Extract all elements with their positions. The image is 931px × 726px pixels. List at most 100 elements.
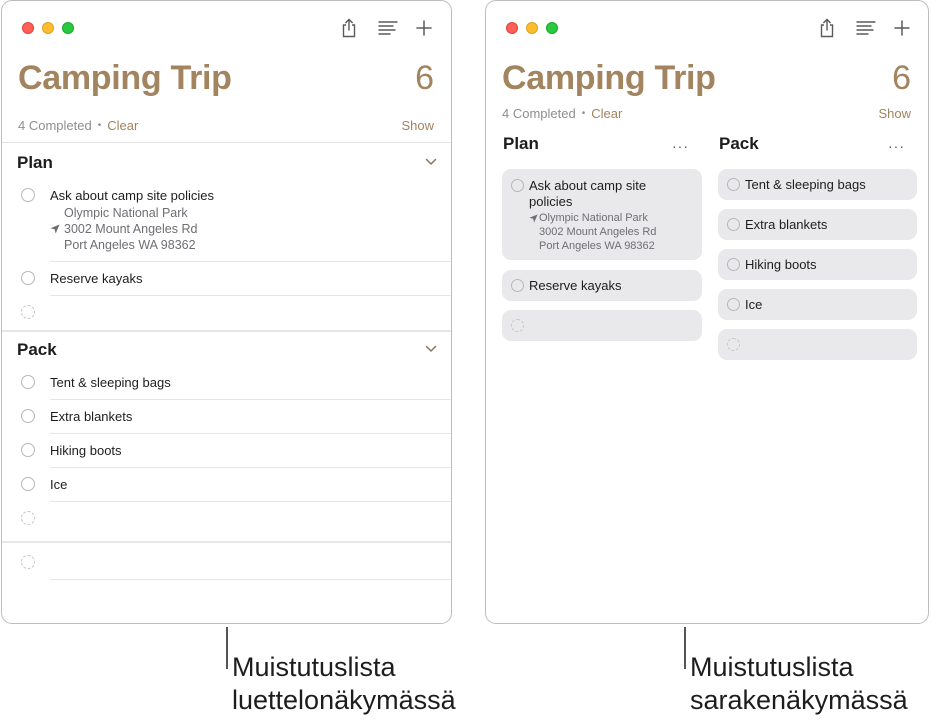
window-controls — [506, 22, 558, 34]
reminder-count: 6 — [415, 59, 434, 97]
caption-list-view: Muistutuslista luettelonäkymässä — [232, 651, 456, 717]
minimize-button[interactable] — [526, 22, 538, 34]
list-title: Camping Trip — [502, 59, 716, 97]
column-view-window: Camping Trip 6 4 Completed • Clear Show … — [485, 0, 929, 624]
column-more-button[interactable]: ··· — [888, 138, 905, 154]
completed-bar: 4 Completed • Clear — [18, 118, 138, 133]
task-title[interactable]: Ask about camp site policies — [50, 188, 214, 203]
close-button[interactable] — [506, 22, 518, 34]
task-checkbox[interactable] — [511, 279, 524, 292]
share-icon — [342, 18, 356, 38]
task-title: Ice — [745, 297, 763, 312]
location-name: Olympic National Park — [64, 206, 188, 220]
view-options-icon — [378, 21, 398, 35]
row-divider — [50, 579, 451, 580]
new-task-placeholder[interactable] — [21, 511, 35, 525]
task-card[interactable]: Extra blankets — [718, 209, 917, 240]
task-checkbox[interactable] — [21, 477, 35, 491]
row-divider — [50, 433, 451, 434]
task-checkbox[interactable] — [727, 178, 740, 191]
new-task-placeholder[interactable] — [727, 338, 740, 351]
add-button[interactable] — [891, 17, 913, 39]
caption-line: luettelonäkymässä — [232, 685, 456, 715]
zoom-button[interactable] — [62, 22, 74, 34]
task-card[interactable]: Ice — [718, 289, 917, 320]
zoom-button[interactable] — [546, 22, 558, 34]
task-checkbox[interactable] — [21, 375, 35, 389]
chevron-down-icon[interactable] — [425, 158, 437, 166]
clear-button[interactable]: Clear — [591, 106, 622, 121]
section-header-plan[interactable]: Plan — [17, 153, 53, 173]
location-arrow-icon — [50, 224, 60, 234]
view-options-button[interactable] — [855, 17, 877, 39]
task-title: Reserve kayaks — [529, 278, 622, 293]
caption-line: sarakenäkymässä — [690, 685, 908, 715]
task-title[interactable]: Tent & sleeping bags — [50, 375, 171, 390]
task-title[interactable]: Extra blankets — [50, 409, 132, 424]
task-checkbox[interactable] — [21, 443, 35, 457]
callout-line-right — [684, 627, 686, 669]
share-button[interactable] — [338, 17, 360, 39]
task-card[interactable]: Hiking boots — [718, 249, 917, 280]
task-checkbox[interactable] — [21, 188, 35, 202]
task-checkbox[interactable] — [21, 271, 35, 285]
task-card[interactable]: Tent & sleeping bags — [718, 169, 917, 200]
row-divider — [50, 399, 451, 400]
task-title[interactable]: Reserve kayaks — [50, 271, 142, 286]
window-controls — [22, 22, 74, 34]
view-options-button[interactable] — [377, 17, 399, 39]
callout-line-left — [226, 627, 228, 669]
new-section-placeholder[interactable] — [21, 555, 35, 569]
divider — [2, 142, 451, 143]
completed-bar: 4 Completed • Clear — [502, 106, 622, 121]
task-checkbox[interactable] — [727, 258, 740, 271]
show-completed-button[interactable]: Show — [878, 106, 911, 121]
location-street: 3002 Mount Angeles Rd — [64, 222, 198, 236]
task-title: Extra blankets — [745, 217, 828, 232]
minimize-button[interactable] — [42, 22, 54, 34]
caption-column-view: Muistutuslista sarakenäkymässä — [690, 651, 908, 717]
row-divider — [50, 501, 451, 502]
task-title[interactable]: Hiking boots — [50, 443, 122, 458]
location-street: 3002 Mount Angeles Rd — [539, 226, 657, 238]
list-view-window: Camping Trip 6 4 Completed • Clear Show … — [1, 0, 452, 624]
completed-count: 4 Completed — [18, 118, 92, 133]
view-options-icon — [856, 21, 876, 35]
add-icon — [416, 20, 432, 36]
task-checkbox[interactable] — [727, 298, 740, 311]
task-card[interactable]: Reserve kayaks — [502, 270, 702, 301]
column-more-button[interactable]: ··· — [672, 138, 689, 154]
new-task-placeholder[interactable] — [21, 305, 35, 319]
task-title: Hiking boots — [745, 257, 817, 272]
share-button[interactable] — [816, 17, 838, 39]
task-checkbox[interactable] — [511, 179, 524, 192]
show-completed-button[interactable]: Show — [401, 118, 434, 133]
task-title: Tent & sleeping bags — [745, 177, 866, 192]
caption-line: Muistutuslista — [232, 652, 396, 682]
row-divider — [50, 261, 451, 262]
column-header-plan[interactable]: Plan — [503, 134, 539, 154]
new-task-card[interactable] — [502, 310, 702, 341]
section-header-pack[interactable]: Pack — [17, 340, 57, 360]
chevron-down-icon[interactable] — [425, 345, 437, 353]
task-card[interactable]: Ask about camp site Ask about camp site … — [502, 169, 702, 260]
column-header-pack[interactable]: Pack — [719, 134, 759, 154]
task-title[interactable]: Ice — [50, 477, 67, 492]
row-divider — [50, 295, 451, 296]
close-button[interactable] — [22, 22, 34, 34]
task-checkbox[interactable] — [727, 218, 740, 231]
clear-button[interactable]: Clear — [107, 118, 138, 133]
add-icon — [894, 20, 910, 36]
add-button[interactable] — [413, 17, 435, 39]
new-task-placeholder[interactable] — [511, 319, 524, 332]
location-city: Port Angeles WA 98362 — [539, 240, 655, 252]
new-task-card[interactable] — [718, 329, 917, 360]
task-title: Ask about camp site — [529, 178, 647, 193]
task-checkbox[interactable] — [21, 409, 35, 423]
list-title: Camping Trip — [18, 59, 232, 97]
completed-count: 4 Completed — [502, 106, 576, 121]
location-arrow-icon — [529, 214, 538, 223]
row-divider — [50, 467, 451, 468]
reminder-count: 6 — [892, 59, 911, 97]
location-city: Port Angeles WA 98362 — [64, 238, 196, 252]
